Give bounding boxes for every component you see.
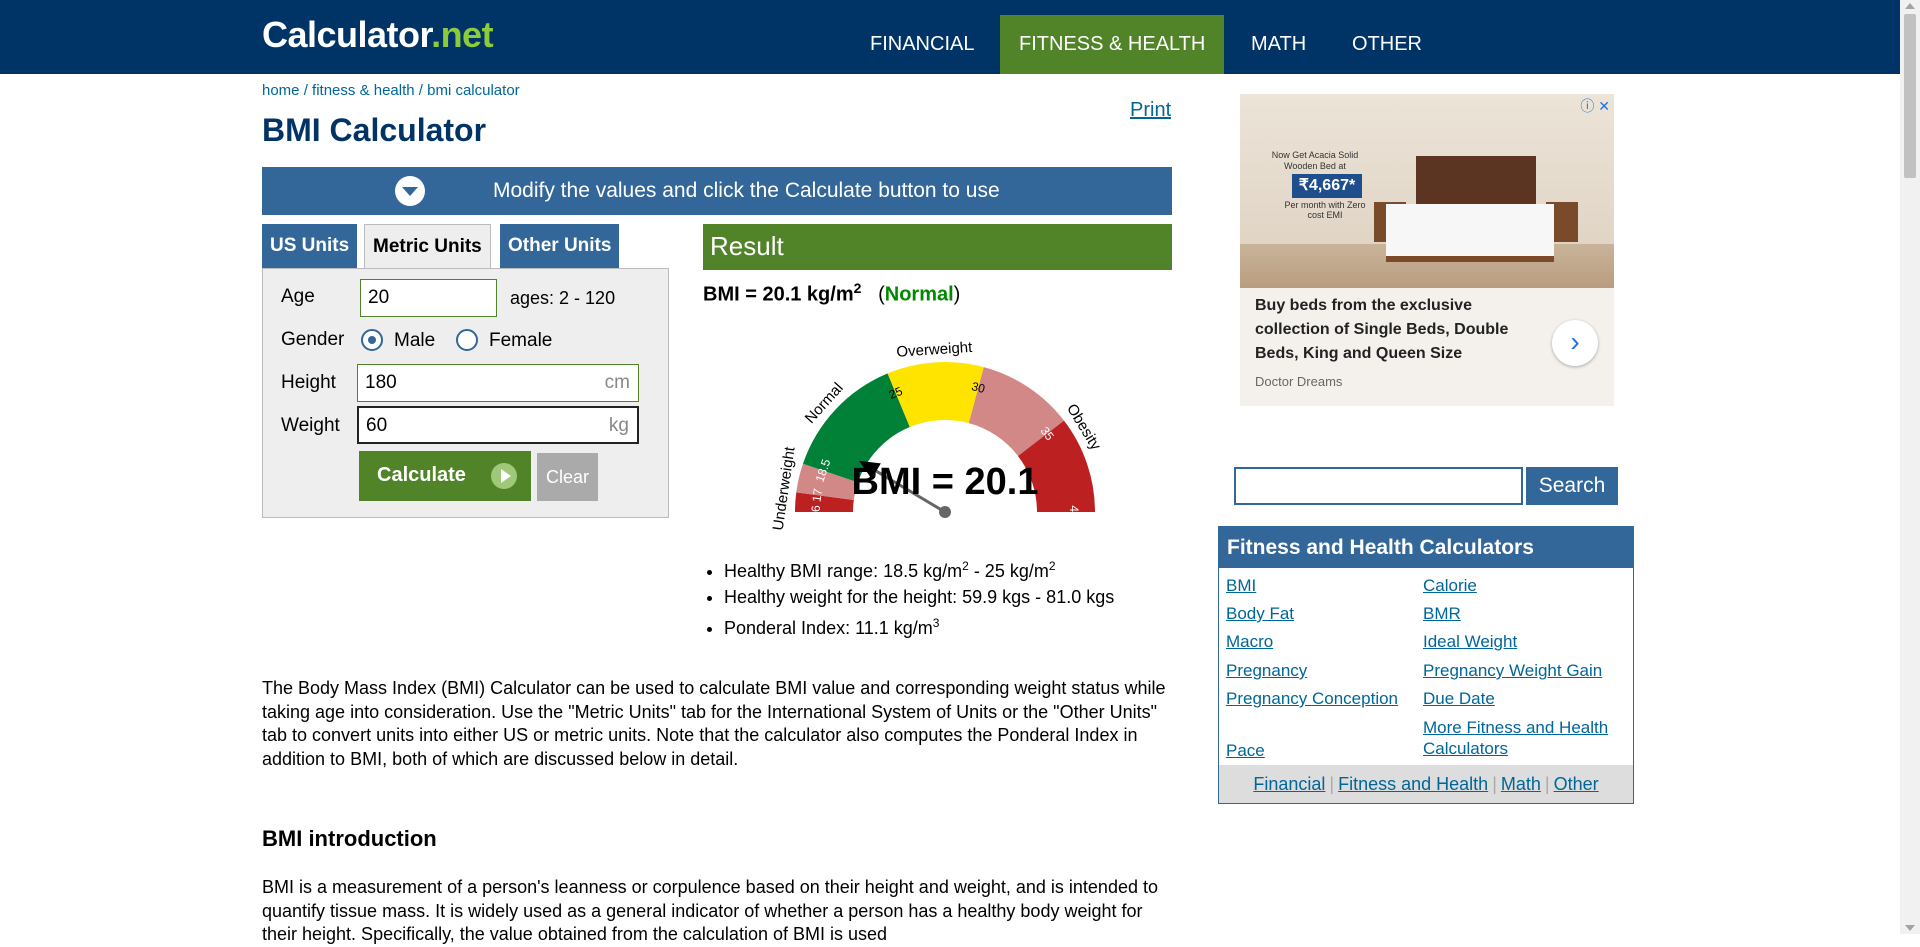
ad-info-close-icon[interactable]: ⓘ ✕ — [1580, 96, 1610, 116]
calculate-button[interactable]: Calculate — [359, 451, 531, 501]
link-bmr[interactable]: BMR — [1423, 603, 1461, 624]
nav-fitness-health[interactable]: FITNESS & HEALTH — [1000, 15, 1225, 74]
breadcrumb-home[interactable]: home — [262, 82, 300, 99]
tab-other-units[interactable]: Other Units — [500, 224, 620, 268]
weight-input[interactable]: 60 kg — [357, 406, 639, 444]
calc-category-footer: Financial | Fitness and Health | Math | Other — [1219, 765, 1633, 803]
link-pace[interactable]: Pace — [1226, 740, 1265, 761]
page-title: BMI Calculator — [262, 112, 487, 148]
calculate-label: Calculate — [377, 464, 466, 486]
gender-male-label[interactable]: Male — [394, 330, 435, 352]
ad-headline[interactable]: Buy beds from the exclusive collection o… — [1255, 294, 1525, 366]
gender-female-label[interactable]: Female — [489, 330, 552, 352]
result-header-text: Result — [710, 231, 784, 261]
age-value: 20 — [368, 287, 390, 308]
ad-brand: Doctor Dreams — [1255, 374, 1343, 389]
link-pregnancy[interactable]: Pregnancy — [1226, 660, 1307, 681]
advertisement[interactable]: Now Get Acacia Solid Wooden Bed at ₹4,66… — [1240, 94, 1614, 406]
gauge-label-underweight: Underweight — [770, 445, 799, 530]
breadcrumb-fitness[interactable]: fitness & health — [312, 82, 415, 99]
tab-metric-units[interactable]: Metric Units — [364, 224, 491, 270]
logo-main-text: Calculator — [262, 14, 432, 55]
chevron-down-icon[interactable] — [395, 176, 425, 206]
gender-female-radio[interactable] — [456, 329, 478, 351]
modify-values-text: Modify the values and click the Calculat… — [493, 179, 1000, 202]
modify-values-bar[interactable]: Modify the values and click the Calculat… — [262, 167, 1172, 215]
link-calorie[interactable]: Calorie — [1423, 575, 1477, 596]
bmi-intro-text: BMI is a measurement of a person's leann… — [262, 877, 1158, 944]
fitness-calculators-box: Fitness and Health Calculators BMI Body … — [1218, 526, 1634, 804]
gauge-tick-label: 40 — [1067, 505, 1081, 519]
footer-link-fitness-health[interactable]: Fitness and Health — [1338, 774, 1488, 794]
age-range-hint: ages: 2 - 120 — [510, 288, 616, 308]
gender-label: Gender — [281, 329, 345, 350]
scroll-up-icon[interactable] — [1905, 3, 1915, 9]
search-input[interactable] — [1234, 467, 1523, 505]
link-ideal-weight[interactable]: Ideal Weight — [1423, 631, 1517, 652]
bmi-status: Normal — [884, 283, 954, 306]
bmi-gauge: Underweight Normal Overweight Obesity 16… — [770, 339, 1105, 530]
ad-arrow-icon[interactable]: › — [1552, 320, 1598, 366]
calculator-description: The Body Mass Index (BMI) Calculator can… — [262, 678, 1166, 769]
weight-value: 60 — [366, 415, 388, 436]
gender-male-radio[interactable] — [361, 329, 383, 351]
breadcrumb-current[interactable]: bmi calculator — [427, 82, 520, 99]
footer-link-financial[interactable]: Financial — [1253, 774, 1325, 794]
bmi-result-value: BMI = 20.1 kg/m — [703, 283, 854, 306]
status-open-paren: ( — [878, 283, 885, 306]
height-unit: cm — [604, 372, 630, 393]
site-logo[interactable]: Calculator.net — [262, 14, 494, 56]
link-due-date[interactable]: Due Date — [1423, 688, 1495, 709]
ad-promo-line1: Now Get Acacia Solid Wooden Bed at — [1271, 150, 1359, 171]
gauge-tick-label: 16 — [809, 505, 823, 519]
link-pregnancy-conception[interactable]: Pregnancy Conception — [1226, 688, 1398, 709]
gauge-bmi-value: BMI = 20.1 — [852, 461, 1039, 503]
clear-button[interactable]: Clear — [537, 453, 598, 501]
breadcrumb: home / fitness & health / bmi calculator — [262, 82, 520, 99]
weight-unit: kg — [608, 415, 629, 436]
gauge-pivot — [939, 506, 951, 518]
bmi-result-line: BMI = 20.1 kg/m2 (Normal) — [703, 280, 960, 307]
height-input[interactable]: 180 cm — [357, 364, 639, 402]
nav-other[interactable]: OTHER — [1333, 15, 1441, 74]
list-item: Ponderal Index: 11.1 kg/m3 — [724, 610, 1114, 641]
breadcrumb-separator: / — [414, 82, 428, 99]
print-link[interactable]: Print — [1130, 99, 1171, 122]
list-item: Healthy BMI range: 18.5 kg/m2 - 25 kg/m2 — [724, 553, 1114, 584]
gauge-tick-label: 17 — [809, 487, 825, 502]
scroll-down-icon[interactable] — [1905, 925, 1915, 931]
height-label: Height — [281, 372, 336, 393]
weight-label: Weight — [281, 415, 340, 436]
logo-suffix-text: .net — [431, 14, 494, 55]
link-more-fitness-health[interactable]: More Fitness and Health Calculators — [1423, 717, 1623, 759]
bmi-intro-heading: BMI introduction — [262, 826, 437, 851]
age-label: Age — [281, 286, 315, 307]
link-macro[interactable]: Macro — [1226, 631, 1273, 652]
link-bmi[interactable]: BMI — [1226, 575, 1256, 596]
nav-financial[interactable]: FINANCIAL — [851, 15, 993, 74]
height-value: 180 — [365, 372, 397, 393]
fitness-calculators-title: Fitness and Health Calculators — [1219, 527, 1633, 568]
footer-link-other[interactable]: Other — [1554, 774, 1599, 794]
breadcrumb-separator: / — [299, 82, 313, 99]
scrollbar-thumb[interactable] — [1904, 14, 1916, 178]
list-item: Healthy weight for the height: 59.9 kgs … — [724, 584, 1114, 610]
link-body-fat[interactable]: Body Fat — [1226, 603, 1294, 624]
nav-math[interactable]: MATH — [1232, 15, 1325, 74]
play-icon — [491, 463, 517, 489]
result-list: Healthy BMI range: 18.5 kg/m2 - 25 kg/m2… — [702, 553, 1114, 641]
footer-link-math[interactable]: Math — [1501, 774, 1541, 794]
gauge-label-overweight: Overweight — [896, 339, 974, 361]
age-input[interactable]: 20 — [360, 279, 497, 317]
top-bar: Calculator.net FINANCIAL FITNESS & HEALT… — [0, 0, 1900, 74]
ad-promo-line2: Per month with Zero cost EMI — [1284, 200, 1366, 220]
status-close-paren: ) — [953, 283, 961, 306]
link-pregnancy-weight-gain[interactable]: Pregnancy Weight Gain — [1423, 660, 1602, 681]
bmi-exponent: 2 — [853, 280, 862, 296]
ad-price: ₹4,667* — [1292, 174, 1362, 198]
tab-us-units[interactable]: US Units — [262, 224, 358, 268]
search-button[interactable]: Search — [1526, 467, 1618, 505]
vertical-scrollbar[interactable] — [1900, 0, 1920, 934]
result-header: Result — [703, 224, 1172, 270]
